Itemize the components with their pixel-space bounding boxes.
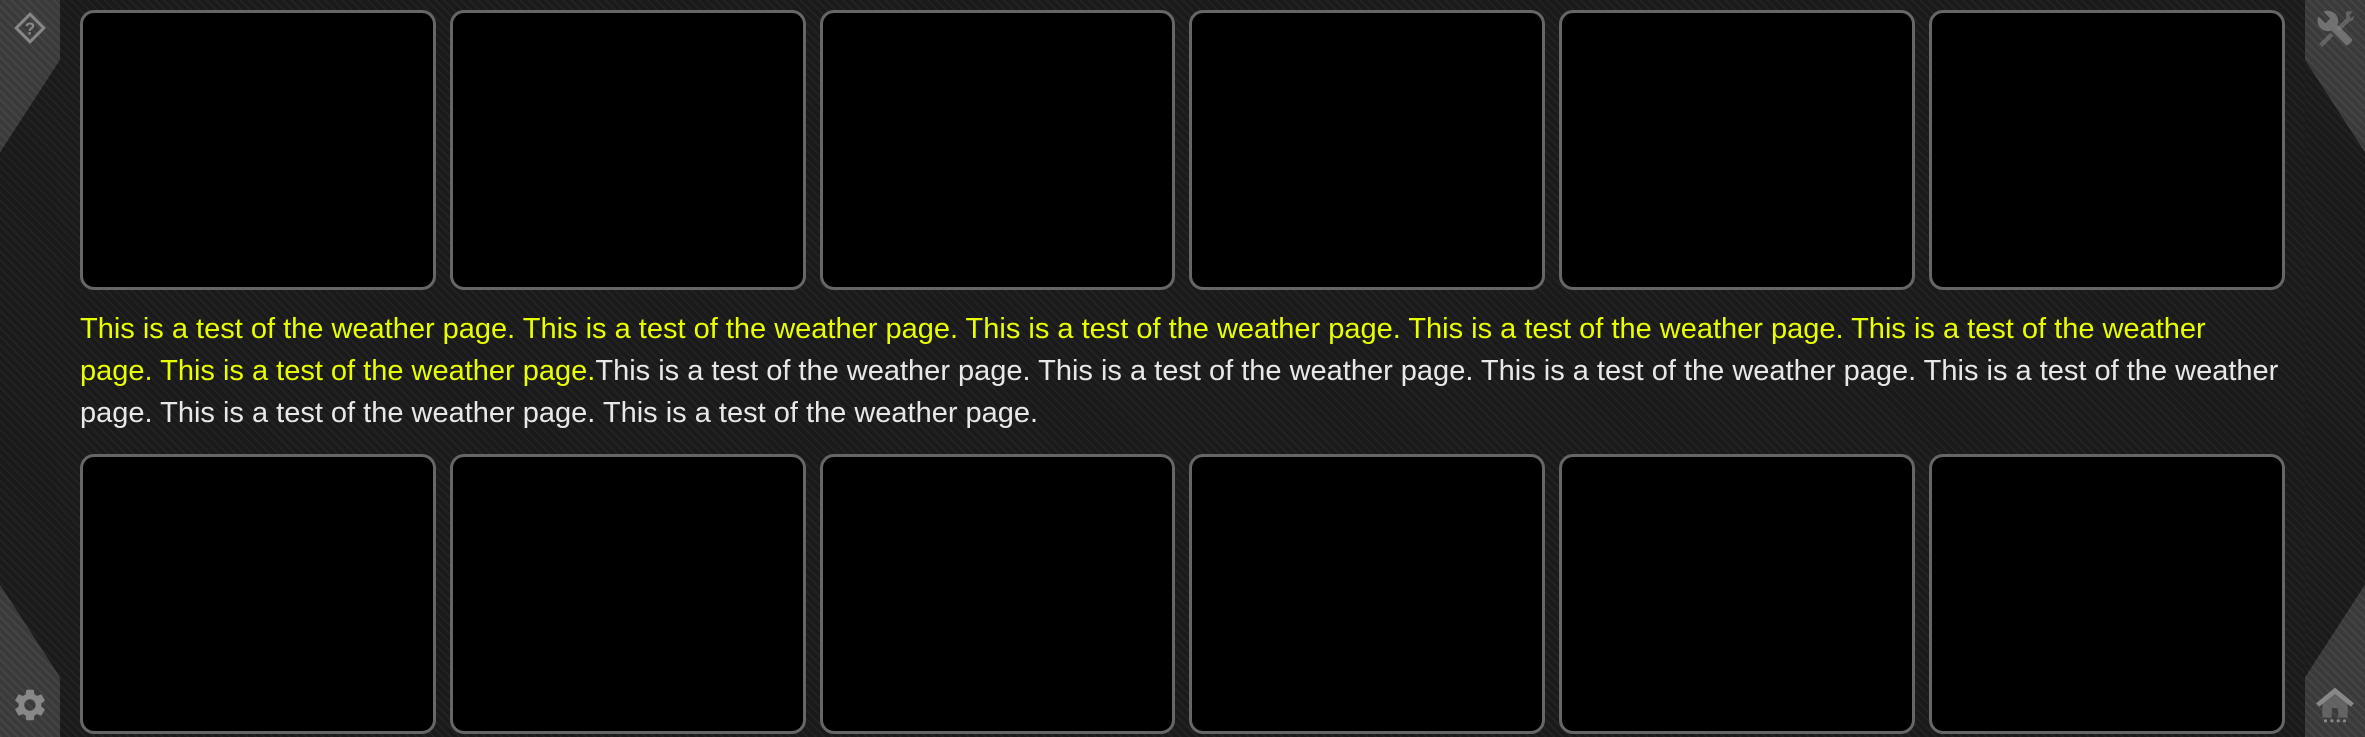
weather-card[interactable] [1559,454,1915,734]
help-icon: ? [11,9,49,52]
weather-card[interactable] [1929,10,2285,290]
weather-card[interactable] [450,454,806,734]
tools-button[interactable] [2313,8,2357,52]
side-panel-right [2305,0,2365,737]
tools-icon [2316,9,2354,52]
gear-icon [11,686,49,729]
card-row-top [80,10,2285,290]
settings-button[interactable] [8,685,52,729]
help-button[interactable]: ? [8,8,52,52]
weather-card[interactable] [1189,454,1545,734]
weather-card[interactable] [80,10,436,290]
side-panel-left [0,0,60,737]
card-row-bottom [80,454,2285,734]
svg-text:?: ? [25,18,36,38]
weather-text: This is a test of the weather page. This… [80,290,2285,454]
main-content: This is a test of the weather page. This… [80,10,2285,727]
weather-card[interactable] [1559,10,1915,290]
weather-card[interactable] [450,10,806,290]
weather-card[interactable] [1189,10,1545,290]
home-icon [2316,686,2354,729]
weather-card[interactable] [820,454,1176,734]
weather-card[interactable] [80,454,436,734]
weather-card[interactable] [820,10,1176,290]
home-button[interactable] [2313,685,2357,729]
weather-card[interactable] [1929,454,2285,734]
